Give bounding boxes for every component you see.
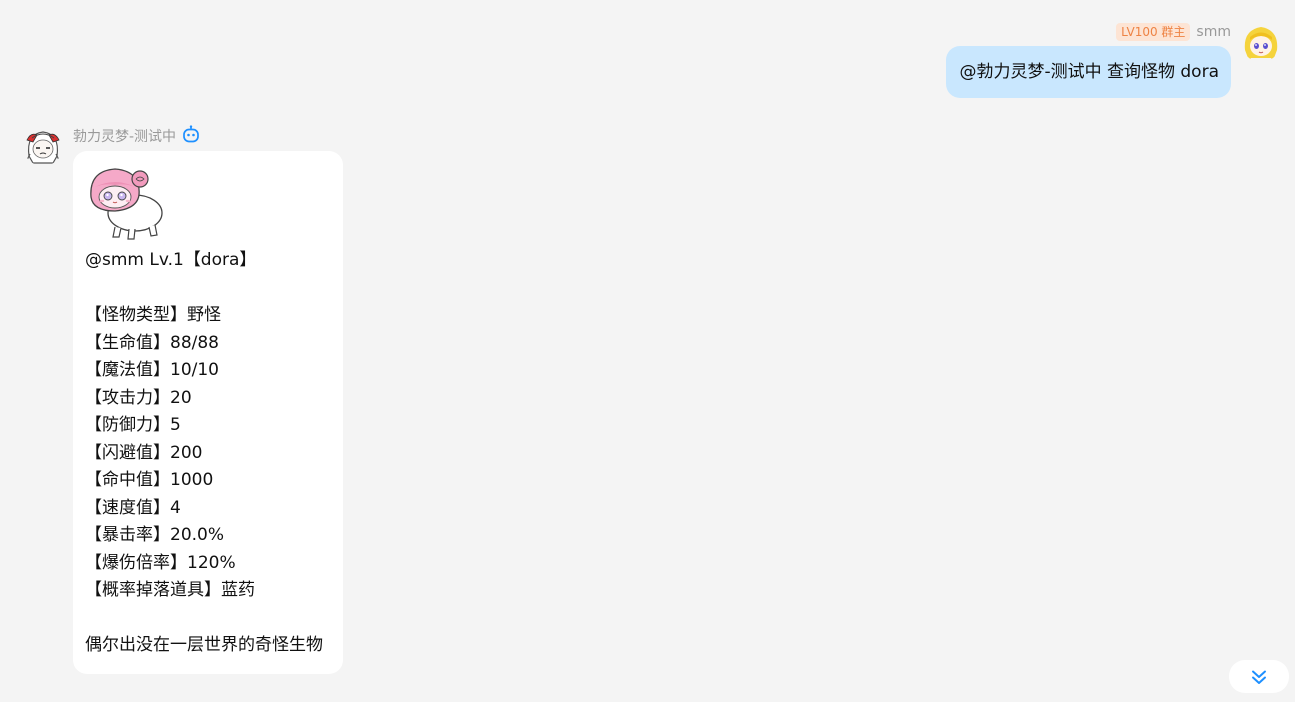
blonde-girl-avatar-icon xyxy=(1241,22,1281,62)
stat-line: 【命中值】1000 xyxy=(85,470,214,490)
stat-line: 【攻击力】20 xyxy=(85,387,192,408)
stat-line: 【速度值】4 xyxy=(85,497,181,518)
stat-line: 【概率掉落道具】蓝药 xyxy=(85,580,255,600)
outgoing-meta: LV100 群主 smm xyxy=(1116,22,1231,42)
stat-line: 【暴击率】20.0% xyxy=(85,525,225,545)
sender-nickname[interactable]: smm xyxy=(1196,24,1231,40)
incoming-content: 勃力灵梦-测试中 @smm Lv.1【dora】 【怪物类型】野怪 【生命值】8… xyxy=(73,125,343,674)
stat-line: 【爆伤倍率】120% xyxy=(85,552,236,573)
pink-hair-sheep-monster-icon xyxy=(90,168,163,240)
white-hair-girl-avatar-icon xyxy=(23,126,63,166)
stat-line: 【闪避值】200 xyxy=(85,442,203,463)
stat-line: 【怪物类型】野怪 xyxy=(85,305,221,325)
scroll-to-bottom-button[interactable] xyxy=(1229,660,1289,693)
outgoing-message: LV100 群主 smm @勃力灵梦-测试中 查询怪物 dora xyxy=(946,22,1281,98)
incoming-meta: 勃力灵梦-测试中 xyxy=(73,125,343,147)
chat-window: LV100 群主 smm @勃力灵梦-测试中 查询怪物 dora 勃力灵梦-测试… xyxy=(0,0,1295,702)
smm-avatar[interactable] xyxy=(1241,22,1281,62)
incoming-bubble[interactable]: @smm Lv.1【dora】 【怪物类型】野怪 【生命值】88/88 【魔法值… xyxy=(73,151,343,674)
stat-line: 【魔法值】10/10 xyxy=(85,360,219,380)
double-chevron-down-icon xyxy=(1252,670,1266,684)
incoming-message: 勃力灵梦-测试中 @smm Lv.1【dora】 【怪物类型】野怪 【生命值】8… xyxy=(23,125,343,674)
stat-line: 【防御力】5 xyxy=(85,415,181,435)
level-badge: LV100 群主 xyxy=(1116,23,1191,41)
bot-nickname[interactable]: 勃力灵梦-测试中 xyxy=(73,126,176,146)
monster-description: 偶尔出没在一层世界的奇怪生物 xyxy=(85,635,323,655)
robot-icon xyxy=(182,125,200,147)
monster-image[interactable] xyxy=(85,165,169,241)
outgoing-bubble[interactable]: @勃力灵梦-测试中 查询怪物 dora xyxy=(946,46,1231,98)
stat-line: 【生命值】88/88 xyxy=(85,332,219,353)
monster-header: @smm Lv.1【dora】 xyxy=(85,250,257,270)
bot-avatar[interactable] xyxy=(23,126,63,166)
outgoing-content: LV100 群主 smm @勃力灵梦-测试中 查询怪物 dora xyxy=(946,22,1231,98)
